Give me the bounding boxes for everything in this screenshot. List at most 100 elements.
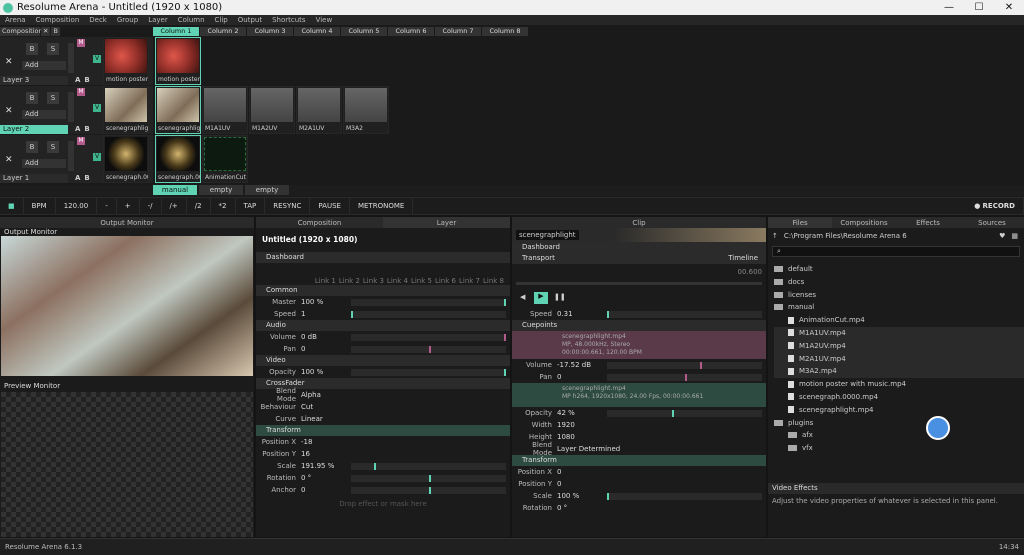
section-audio[interactable]: Audio: [256, 320, 510, 331]
crossfader-ab[interactable]: AB: [73, 76, 103, 85]
layer-solo-button[interactable]: S: [47, 43, 59, 55]
layer-name[interactable]: Layer 3: [0, 76, 68, 85]
tab-layer[interactable]: Layer: [383, 217, 510, 228]
dashboard-link[interactable]: Link 1: [315, 277, 336, 285]
layer-clear-icon[interactable]: ✕: [5, 57, 13, 67]
section-dashboard[interactable]: Dashboard: [256, 252, 510, 263]
add-effect-button[interactable]: Add: [22, 110, 66, 119]
tab-files[interactable]: Files: [768, 217, 832, 228]
param-rotation[interactable]: Rotation 0 °: [512, 502, 766, 514]
layer-clear-icon[interactable]: ✕: [5, 155, 13, 165]
metronome-button[interactable]: METRONOME: [350, 197, 414, 215]
param-slider[interactable]: [351, 345, 506, 353]
param-position-y[interactable]: Position Y 16: [256, 448, 510, 460]
bpm-minus-button[interactable]: -: [97, 197, 117, 215]
param-behaviour[interactable]: Behaviour Cut: [256, 401, 510, 413]
param-slider[interactable]: [351, 486, 506, 494]
layer-video-button[interactable]: V: [93, 55, 101, 63]
param-blend-mode[interactable]: Blend Mode Layer Determined: [512, 441, 766, 457]
layer-name[interactable]: Layer 1: [0, 174, 68, 183]
tab-sources[interactable]: Sources: [960, 217, 1024, 228]
crossfader-ab[interactable]: AB: [73, 174, 103, 183]
tree-item[interactable]: M2A1UV.mp4: [774, 352, 1024, 366]
bpm-plus-button[interactable]: +: [117, 197, 140, 215]
param-anchor[interactable]: Anchor 0: [256, 484, 510, 496]
tab-clip[interactable]: Clip: [512, 217, 766, 228]
dashboard-link[interactable]: Link 4: [387, 277, 408, 285]
behaviour-select[interactable]: Cut: [301, 403, 351, 411]
menu-deck[interactable]: Deck: [84, 16, 112, 24]
clip-slot[interactable]: M1A2UV: [249, 86, 295, 134]
layer-bypass-button[interactable]: B: [26, 92, 38, 104]
param-value[interactable]: 0: [557, 468, 607, 476]
clip-slot[interactable]: scenegraph.0000: [155, 135, 201, 183]
tree-item[interactable]: vfx: [774, 442, 1024, 455]
layer-fader[interactable]: [68, 43, 74, 73]
param-rotation[interactable]: Rotation 0 °: [256, 472, 510, 484]
pause-button[interactable]: PAUSE: [310, 197, 350, 215]
dashboard-link[interactable]: Link 2: [339, 277, 360, 285]
blend-mode-select[interactable]: Alpha: [301, 391, 351, 399]
column-header[interactable]: Column 8: [482, 27, 528, 36]
param-slider[interactable]: [351, 474, 506, 482]
param-position-y[interactable]: Position Y 0: [512, 478, 766, 490]
add-effect-button[interactable]: Add: [22, 159, 66, 168]
dashboard-link[interactable]: Link 5: [411, 277, 432, 285]
param-slider[interactable]: [351, 333, 506, 341]
resync-button[interactable]: RESYNC: [265, 197, 311, 215]
column-header[interactable]: Column 1: [153, 27, 199, 36]
record-button[interactable]: ● RECORD: [966, 197, 1024, 215]
layer-solo-button[interactable]: S: [47, 141, 59, 153]
layer-fader[interactable]: [68, 141, 74, 171]
clip-slot[interactable]: motion poster wit…: [155, 37, 201, 85]
menu-composition[interactable]: Composition: [31, 16, 85, 24]
param-pan[interactable]: Pan 0: [256, 343, 510, 355]
layer-mask-button[interactable]: M: [77, 137, 85, 145]
blend-mode-select[interactable]: Layer Determined: [557, 445, 637, 453]
tree-item[interactable]: default: [774, 263, 1024, 276]
param-blend-mode[interactable]: Blend Mode Alpha: [256, 387, 510, 403]
tree-item[interactable]: docs: [774, 276, 1024, 289]
param-position-x[interactable]: Position X -18: [256, 436, 510, 448]
layer-bypass-button[interactable]: B: [26, 141, 38, 153]
param-volume[interactable]: Volume -17.52 dB: [512, 359, 766, 371]
crossfader-ab[interactable]: AB: [73, 125, 103, 134]
layer-clear-icon[interactable]: ✕: [5, 106, 13, 116]
deck-tab[interactable]: empty: [199, 185, 243, 195]
menu-column[interactable]: Column: [173, 16, 210, 24]
layer-mask-button[interactable]: M: [77, 88, 85, 96]
up-arrow-icon[interactable]: ↑: [772, 232, 778, 240]
column-header[interactable]: Column 4: [294, 27, 340, 36]
layer-fader[interactable]: [68, 92, 74, 122]
param-slider[interactable]: [351, 298, 506, 306]
tree-item[interactable]: M1A1UV.mp4: [774, 326, 1024, 340]
param-value[interactable]: 1920: [557, 421, 607, 429]
layer-mask-button[interactable]: M: [77, 39, 85, 47]
section-dashboard[interactable]: Dashboard: [512, 242, 766, 253]
search-input[interactable]: ⌕: [772, 246, 1020, 257]
param-position-x[interactable]: Position X 0: [512, 466, 766, 478]
param-slider[interactable]: [351, 462, 506, 470]
column-header[interactable]: Column 7: [435, 27, 481, 36]
param-value[interactable]: 0: [557, 480, 607, 488]
bpm-double-button[interactable]: *2: [211, 197, 236, 215]
clip-slot[interactable]: M2A1UV: [296, 86, 342, 134]
menu-view[interactable]: View: [311, 16, 338, 24]
layer-solo-button[interactable]: S: [47, 92, 59, 104]
tree-item[interactable]: M3A2.mp4: [774, 365, 1024, 379]
output-monitor-image[interactable]: [1, 236, 253, 376]
clip-slot[interactable]: AnimationCut: [202, 135, 248, 183]
param-value[interactable]: 16: [301, 450, 351, 458]
layer-video-button[interactable]: V: [93, 153, 101, 161]
clip-slot[interactable]: M1A1UV: [202, 86, 248, 134]
layer-bypass-button[interactable]: B: [26, 43, 38, 55]
section-cuepoints[interactable]: Cuepoints: [512, 320, 766, 331]
deck-tab[interactable]: manual: [153, 185, 197, 195]
tab-compositions[interactable]: Compositions: [832, 217, 896, 228]
timeline-select[interactable]: Timeline: [728, 254, 758, 262]
bpm-half-button[interactable]: /2: [187, 197, 211, 215]
param-slider[interactable]: [351, 368, 506, 376]
menu-output[interactable]: Output: [233, 16, 267, 24]
bpm-nudge-up-button[interactable]: /+: [162, 197, 187, 215]
tree-item[interactable]: afx: [774, 429, 1024, 442]
